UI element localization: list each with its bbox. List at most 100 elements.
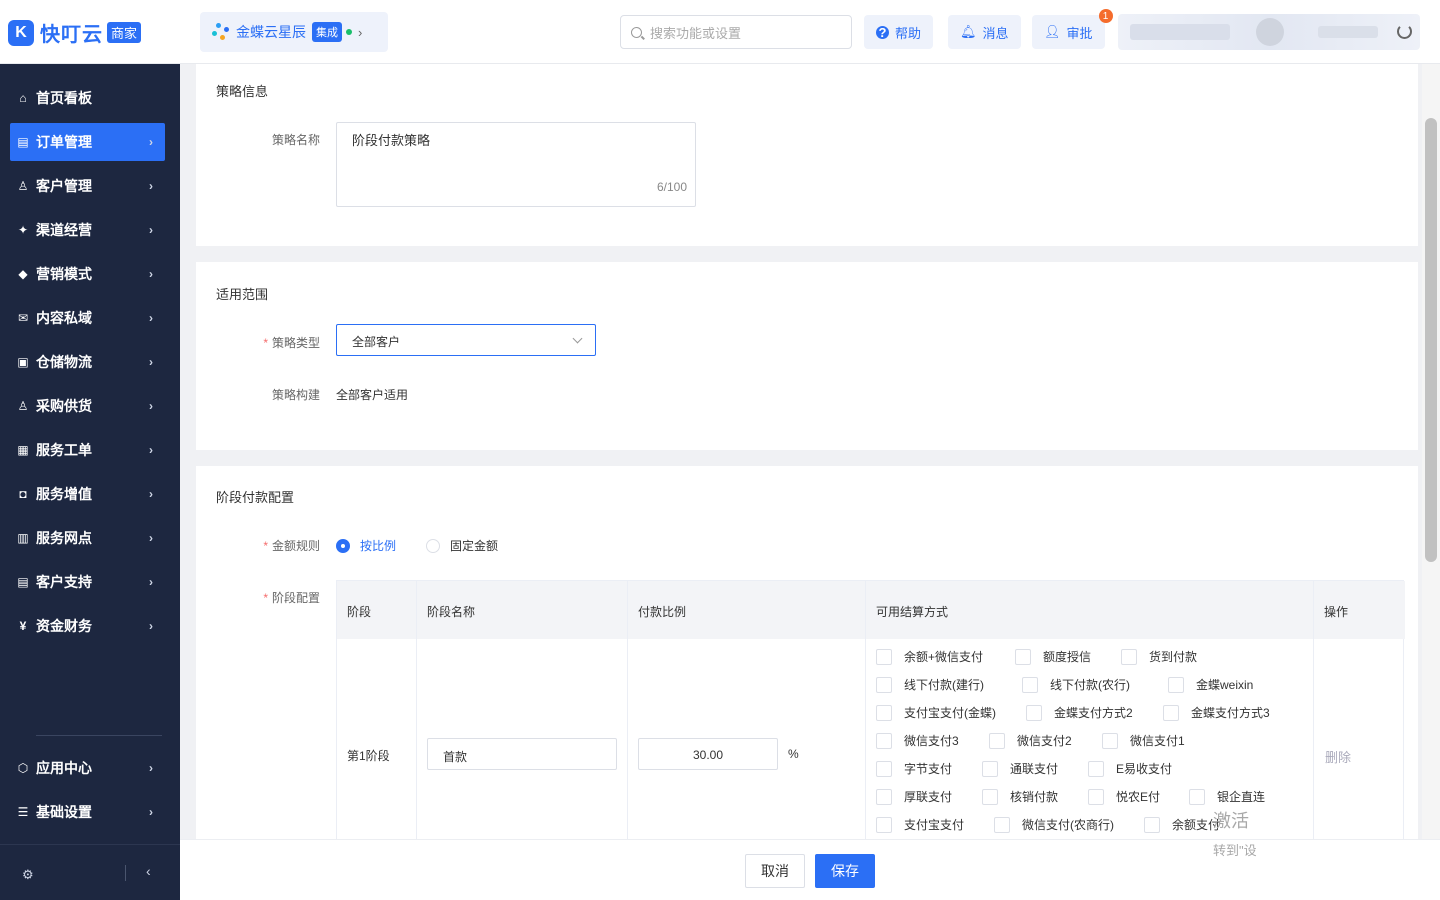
chevron-right-icon: ›: [149, 135, 153, 149]
strategy-build-label: 策略构建: [271, 388, 320, 402]
payment-method-label: 线下付款(建行): [904, 678, 984, 692]
payment-method-checkbox[interactable]: 微信支付1: [1102, 732, 1185, 749]
sidebar-item[interactable]: ✉ 内容私域 ›: [10, 299, 165, 337]
sidebar-item[interactable]: ▦ 服务工单 ›: [10, 431, 165, 469]
sidebar-item[interactable]: ◘ 服务增值 ›: [10, 475, 165, 513]
cancel-button[interactable]: 取消: [745, 854, 805, 888]
chevron-right-icon: ›: [149, 355, 153, 369]
chevron-right-icon: ›: [149, 619, 153, 633]
section-title: 阶段付款配置: [216, 490, 295, 505]
column-header: 操作: [1324, 605, 1349, 619]
sidebar-item[interactable]: ♙ 采购供货 ›: [10, 387, 165, 425]
sidebar-item[interactable]: ▥ 服务网点 ›: [10, 519, 165, 557]
payment-method-checkbox[interactable]: 厚联支付: [876, 788, 952, 805]
strategy-type-select[interactable]: 全部客户: [336, 324, 596, 356]
sidebar-item[interactable]: ¥ 资金财务 ›: [10, 607, 165, 645]
payment-method-checkbox[interactable]: 货到付款: [1121, 648, 1197, 665]
logo-badge: 商家: [107, 22, 142, 43]
payment-method-checkbox[interactable]: 线下付款(农行): [1022, 676, 1130, 693]
sidebar-item[interactable]: ▣ 仓储物流 ›: [10, 343, 165, 381]
payment-method-checkbox[interactable]: 金蝶支付方式3: [1163, 704, 1270, 721]
payment-method-checkbox[interactable]: 支付宝支付(金蝶): [876, 704, 996, 721]
sidebar-item-label: 资金财务: [36, 618, 92, 634]
search-input[interactable]: 搜索功能或设置: [620, 15, 852, 49]
delete-link[interactable]: 删除: [1325, 747, 1351, 766]
chevron-right-icon: ›: [149, 399, 153, 413]
sidebar-item[interactable]: ✦ 渠道经营 ›: [10, 211, 165, 249]
scrollbar-track[interactable]: [1422, 64, 1440, 900]
save-button[interactable]: 保存: [815, 854, 875, 888]
payment-method-label: 额度授信: [1043, 650, 1092, 664]
radio-by-ratio[interactable]: 按比例: [336, 537, 396, 554]
payment-method-checkbox[interactable]: 线下付款(建行): [876, 676, 984, 693]
payment-method-checkbox[interactable]: 余额支付: [1144, 816, 1220, 833]
chevron-right-icon: ›: [149, 223, 153, 237]
payment-method-checkbox[interactable]: 金蝶支付方式2: [1026, 704, 1133, 721]
strategy-build-value: 全部客户适用: [336, 388, 409, 402]
user-account-area[interactable]: [1118, 14, 1420, 50]
stage-name-input[interactable]: 首款: [427, 738, 617, 770]
footer-separator: [125, 865, 126, 881]
activation-watermark: 激活: [1213, 811, 1249, 831]
checkbox-icon: [1015, 648, 1031, 665]
app-logo[interactable]: K 快叮云 商家: [8, 18, 142, 47]
sidebar-item[interactable]: ♙ 客户管理 ›: [10, 167, 165, 205]
gear-icon[interactable]: ⚙: [22, 867, 34, 883]
sidebar-item[interactable]: ▤ 订单管理 ›: [10, 123, 165, 161]
checkbox-icon: [1163, 704, 1179, 721]
checkbox-icon: [982, 760, 998, 777]
sidebar-item[interactable]: ▤ 客户支持 ›: [10, 563, 165, 601]
strategy-name-field[interactable]: 阶段付款策略 6/100: [336, 122, 696, 207]
payment-method-checkbox[interactable]: 银企直连: [1189, 788, 1265, 805]
payment-method-label: 微信支付(农商行): [1022, 818, 1114, 832]
support-icon: ▤: [17, 575, 29, 589]
sidebar-item[interactable]: ⌂ 首页看板: [10, 79, 165, 117]
mail-icon: ✉: [17, 311, 29, 325]
ticket-icon: ▦: [17, 443, 29, 457]
payment-method-checkbox[interactable]: 悦农E付: [1088, 788, 1160, 805]
sidebar-item-label: 采购供货: [36, 398, 92, 414]
stage-config-card: 阶段付款配置 * 金额规则 按比例 固定金额 * 阶段配置 阶段 阶段名称 付款比例…: [196, 466, 1418, 900]
section-title: 适用范围: [216, 287, 269, 302]
payment-method-label: 核销付款: [1010, 790, 1059, 804]
sidebar-item-label: 营销模式: [36, 266, 92, 282]
refresh-icon[interactable]: [1397, 24, 1412, 39]
sidebar-item[interactable]: ☰ 基础设置 ›: [10, 793, 165, 831]
sidebar-item[interactable]: ⬡ 应用中心 ›: [10, 749, 165, 787]
payment-method-checkbox[interactable]: 通联支付: [982, 760, 1058, 777]
payment-method-checkbox[interactable]: 核销付款: [982, 788, 1058, 805]
chevron-right-icon: ›: [149, 487, 153, 501]
payment-method-checkbox[interactable]: 金蝶weixin: [1168, 676, 1253, 693]
payment-method-checkbox[interactable]: 余额+微信支付: [876, 648, 983, 665]
radio-fixed-amount[interactable]: 固定金额: [426, 537, 498, 554]
integration-switcher[interactable]: 金蝶云星辰 集成 ›: [200, 12, 388, 52]
payment-method-checkbox[interactable]: 微信支付3: [876, 732, 959, 749]
payment-method-checkbox[interactable]: 字节支付: [876, 760, 952, 777]
checkbox-icon: [876, 704, 892, 721]
ratio-input[interactable]: 30.00: [638, 738, 778, 770]
payment-method-checkbox[interactable]: 微信支付2: [989, 732, 1072, 749]
logo-text: 快叮云: [40, 24, 103, 46]
marketing-icon: ◆: [18, 267, 28, 281]
sidebar-item-label: 订单管理: [36, 134, 92, 150]
bell-icon: 🔔︎: [960, 24, 977, 39]
help-button[interactable]: ? 帮助: [864, 15, 934, 49]
payment-method-label: 微信支付3: [904, 734, 959, 748]
collapse-sidebar-icon[interactable]: ‹: [146, 863, 151, 879]
sidebar-item[interactable]: ◆ 营销模式 ›: [10, 255, 165, 293]
payment-method-checkbox[interactable]: 支付宝支付: [876, 816, 964, 833]
column-header: 阶段: [347, 605, 372, 619]
avatar[interactable]: [1256, 18, 1284, 46]
sidebar-footer: ⚙ ‹: [0, 844, 180, 900]
payment-method-checkbox[interactable]: E易收支付: [1088, 760, 1172, 777]
chevron-right-icon: ›: [149, 805, 153, 819]
sidebar-item-label: 客户管理: [36, 178, 92, 194]
approval-button[interactable]: 👤︎ 审批 1: [1032, 9, 1113, 49]
help-icon: ?: [876, 25, 889, 40]
approval-badge: 1: [1098, 9, 1113, 23]
messages-button[interactable]: 🔔︎ 消息: [948, 15, 1021, 49]
payment-method-label: 金蝶weixin: [1196, 678, 1254, 692]
payment-method-checkbox[interactable]: 额度授信: [1015, 648, 1091, 665]
scrollbar-thumb[interactable]: [1425, 118, 1437, 562]
payment-method-checkbox[interactable]: 微信支付(农商行): [994, 816, 1114, 833]
